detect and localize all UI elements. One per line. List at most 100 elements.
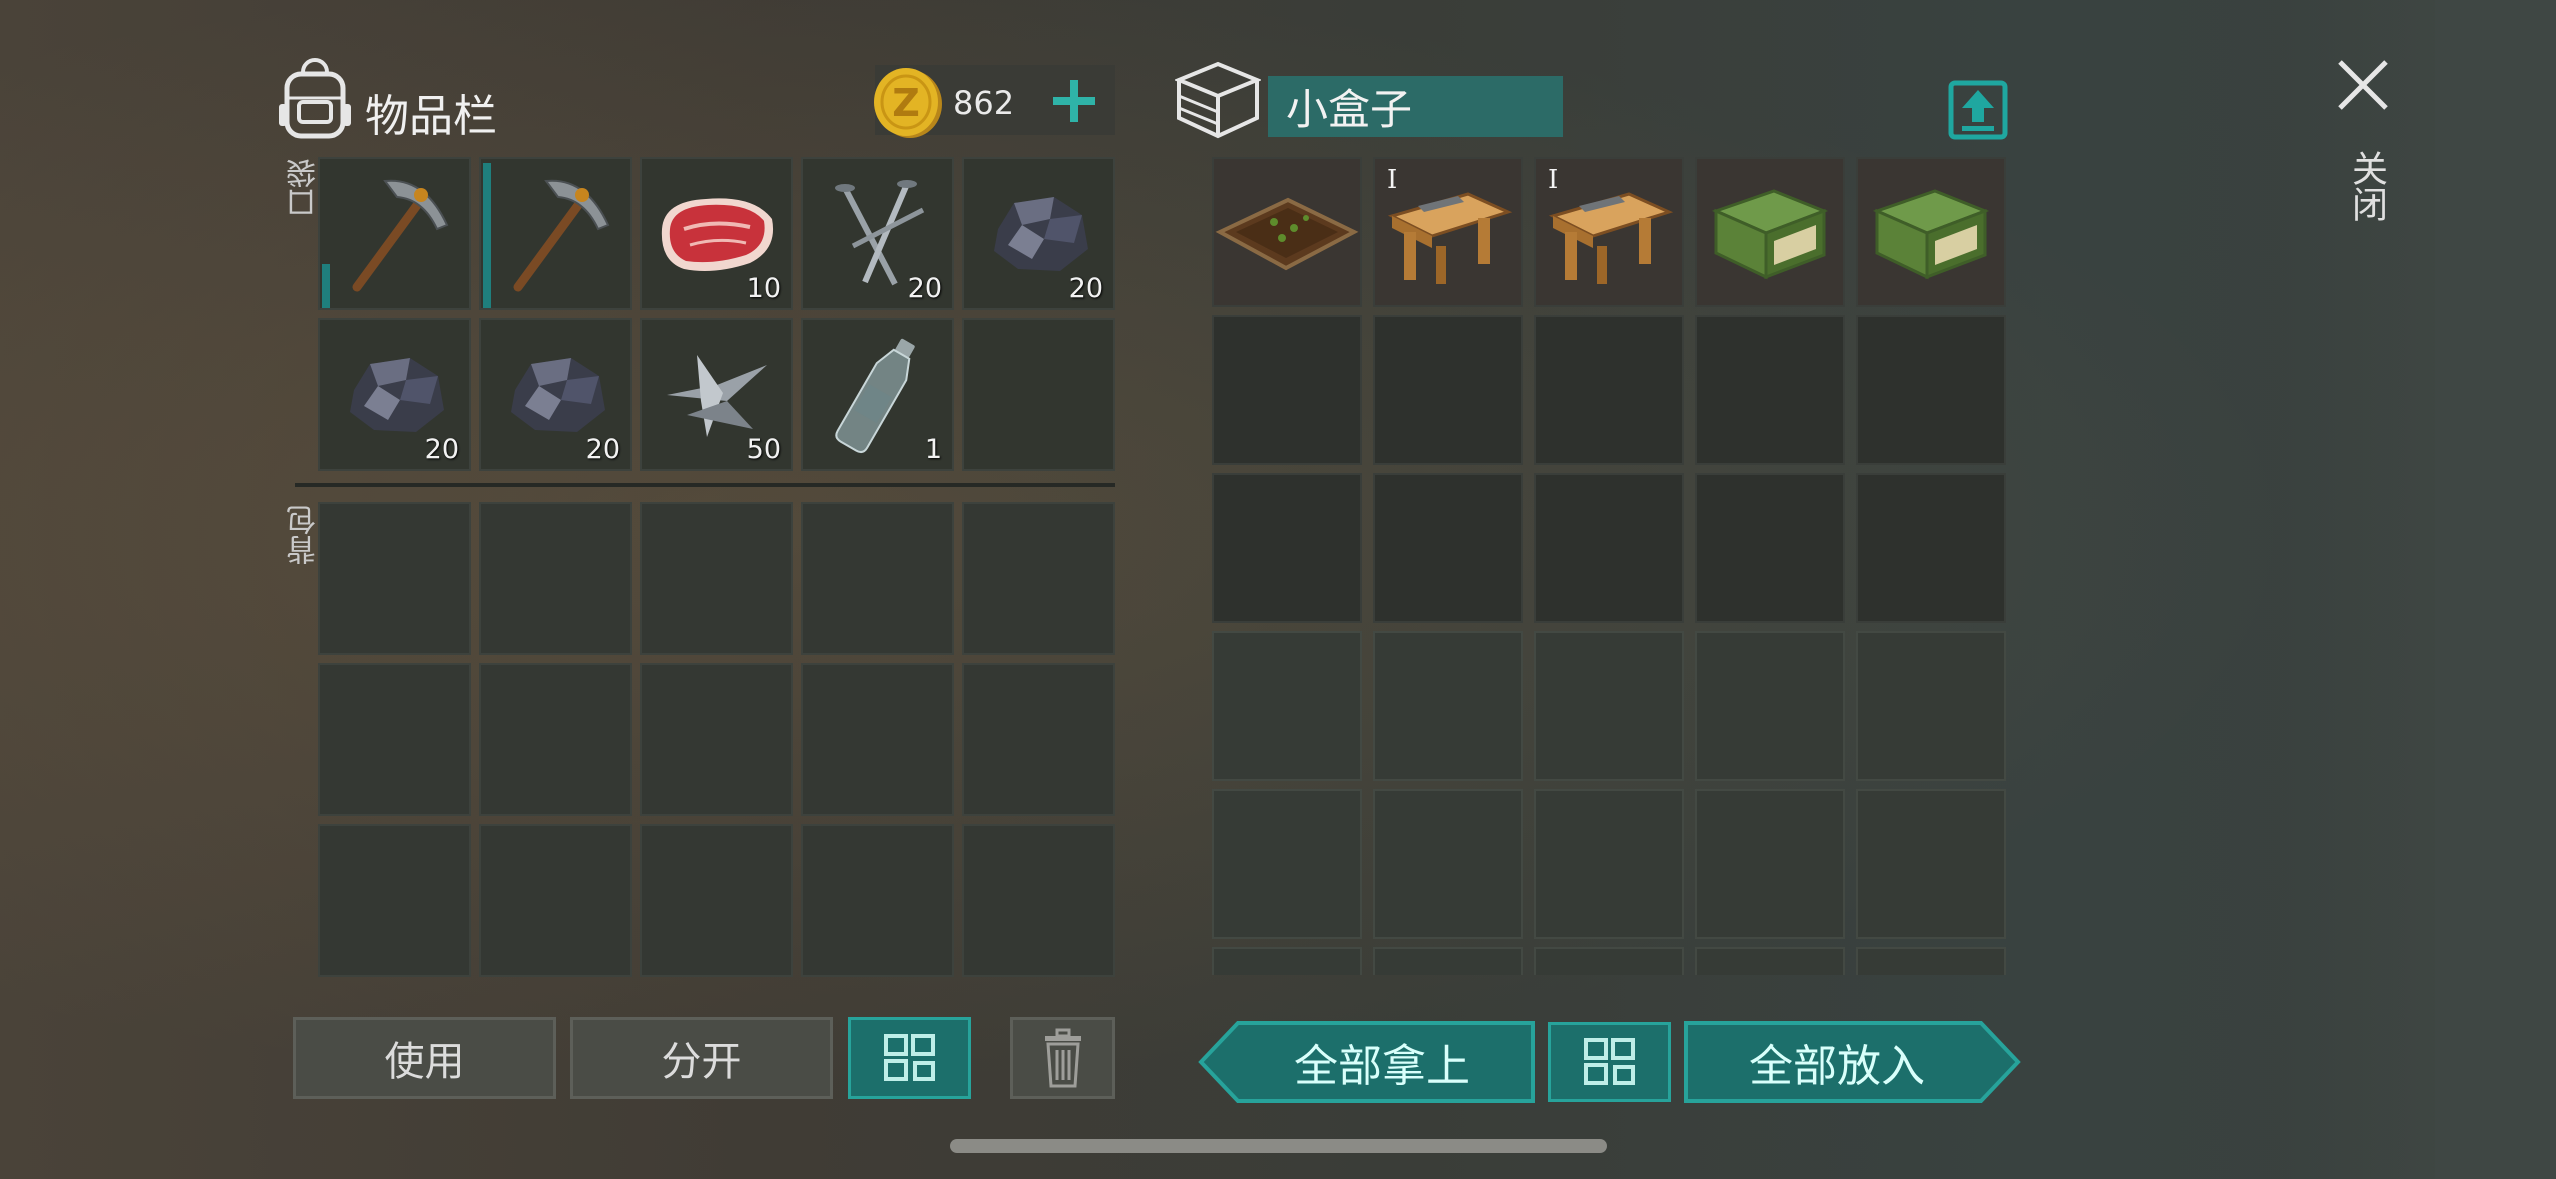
scrap-metal-icon (666, 354, 767, 437)
take-all-label: 全部拿上 (1294, 1041, 1470, 1092)
container-slot[interactable] (1856, 315, 2006, 465)
trash-button[interactable] (1010, 1017, 1115, 1099)
backpack-slot[interactable] (801, 824, 954, 977)
trash-icon (1044, 1028, 1081, 1088)
container-slot[interactable]: I (1534, 157, 1684, 307)
raw-meat-icon (661, 197, 773, 271)
container-slot[interactable] (1373, 789, 1523, 939)
backpack-slot[interactable] (479, 663, 632, 816)
backpack-slot[interactable] (318, 502, 471, 655)
backpack-slot[interactable] (318, 824, 471, 977)
pocket-grid: 10 20 20 20 20 50 1 (318, 157, 1115, 471)
put-all-button[interactable]: 全部放入 (1683, 1020, 2021, 1104)
container-slot[interactable] (1695, 789, 1845, 939)
backpack-slot[interactable] (962, 824, 1115, 977)
put-all-label: 全部放入 (1749, 1041, 1925, 1092)
container-name-field[interactable]: 小盒子 (1268, 76, 1563, 137)
workbench-icon (1548, 192, 1674, 284)
container-slot[interactable] (1695, 315, 1845, 465)
right-strip (2435, 0, 2556, 1179)
home-indicator[interactable] (950, 1139, 1607, 1153)
item-count: 1 (924, 434, 942, 465)
add-coins-icon[interactable] (1051, 78, 1097, 124)
inventory-title: 物品栏 (365, 91, 497, 142)
pocket-slot-empty[interactable] (962, 318, 1115, 471)
sort-container-button[interactable] (1548, 1022, 1671, 1102)
container-slot[interactable] (1212, 947, 1362, 975)
use-button[interactable]: 使用 (293, 1017, 556, 1099)
container-slot[interactable] (1695, 473, 1845, 623)
container-slot[interactable] (1212, 631, 1362, 781)
pocket-slot[interactable]: 1 (801, 318, 954, 471)
iron-ore-icon (510, 357, 605, 432)
container-slot[interactable] (1212, 315, 1362, 465)
container-slot[interactable] (1856, 631, 2006, 781)
container-slot[interactable] (1373, 473, 1523, 623)
container-slot[interactable] (1856, 789, 2006, 939)
backpack-slot[interactable] (640, 824, 793, 977)
sort-grid-button[interactable] (848, 1017, 971, 1099)
take-all-button[interactable]: 全部拿上 (1198, 1020, 1536, 1104)
grid-sort-icon (1583, 1038, 1635, 1085)
pocket-slot[interactable]: 20 (318, 318, 471, 471)
container-slot[interactable] (1373, 631, 1523, 781)
coin-icon: Z (872, 64, 944, 140)
container-slot[interactable] (1373, 315, 1523, 465)
container-slot[interactable] (1534, 315, 1684, 465)
workbench-icon (1387, 192, 1513, 284)
container-slot[interactable] (1856, 947, 2006, 975)
upload-icon[interactable] (1948, 80, 2008, 140)
container-slot[interactable] (1212, 789, 1362, 939)
container-slot[interactable] (1373, 947, 1523, 975)
backpack-slot[interactable] (640, 663, 793, 816)
box-icon (1173, 60, 1263, 140)
close-label[interactable]: 关闭 (2340, 150, 2392, 222)
pocket-slot[interactable]: 20 (479, 318, 632, 471)
pocket-slot[interactable] (318, 157, 471, 310)
container-slot[interactable] (1534, 947, 1684, 975)
pocket-slot[interactable]: 20 (801, 157, 954, 310)
backpack-slot[interactable] (479, 824, 632, 977)
container-slot[interactable] (1534, 789, 1684, 939)
close-icon[interactable] (2336, 58, 2390, 112)
container-slot[interactable] (1695, 631, 1845, 781)
durability-bar (483, 163, 491, 308)
coin-count: 862 (953, 84, 1015, 122)
backpack-slot[interactable] (801, 502, 954, 655)
split-button[interactable]: 分开 (570, 1017, 833, 1099)
garden-bed-icon (1215, 197, 1359, 271)
container-slot[interactable] (1534, 473, 1684, 623)
item-count: 10 (746, 273, 781, 304)
container-slot[interactable] (1856, 473, 2006, 623)
container-slot[interactable] (1695, 947, 1845, 975)
item-count: 50 (746, 434, 781, 465)
iron-ore-icon (349, 357, 444, 432)
pocket-slot[interactable] (479, 157, 632, 310)
container-slot[interactable] (1212, 473, 1362, 623)
container-slot[interactable] (1212, 157, 1362, 307)
backpack-slot[interactable] (318, 663, 471, 816)
water-bottle-icon (834, 338, 915, 453)
backpack-slot[interactable] (962, 663, 1115, 816)
svg-text:Z: Z (892, 81, 920, 125)
backpack-slot[interactable] (640, 502, 793, 655)
container-slot[interactable] (1856, 157, 2006, 307)
pocket-slot[interactable]: 20 (962, 157, 1115, 310)
green-crate-icon (1711, 189, 1829, 280)
green-crate-icon (1872, 189, 1990, 280)
container-slot[interactable] (1534, 631, 1684, 781)
section-divider (295, 483, 1115, 487)
pocket-slot[interactable]: 10 (640, 157, 793, 310)
durability-bar (322, 264, 330, 308)
backpack-slot[interactable] (962, 502, 1115, 655)
grid-sort-icon (883, 1034, 935, 1081)
item-count: 20 (424, 434, 459, 465)
iron-ore-icon (993, 196, 1088, 271)
item-count: 20 (1068, 273, 1103, 304)
backpack-slot[interactable] (801, 663, 954, 816)
pocket-slot[interactable]: 50 (640, 318, 793, 471)
item-count: 20 (585, 434, 620, 465)
container-slot[interactable] (1695, 157, 1845, 307)
container-slot[interactable]: I (1373, 157, 1523, 307)
backpack-slot[interactable] (479, 502, 632, 655)
